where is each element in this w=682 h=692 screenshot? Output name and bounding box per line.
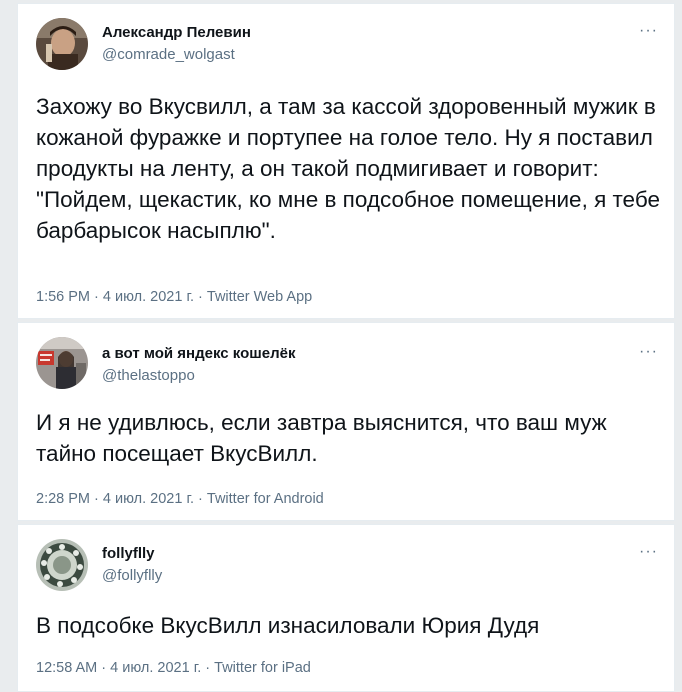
more-options-icon[interactable]: ··· (639, 543, 658, 561)
more-options-icon[interactable]: ··· (639, 22, 658, 40)
tweet-source[interactable]: Twitter for Android (207, 491, 324, 507)
tweet-date[interactable]: 4 июл. 2021 г. (110, 660, 201, 676)
author-handle[interactable]: @thelastoppo (102, 367, 195, 384)
meta-separator: · (194, 289, 207, 305)
meta-separator: · (201, 660, 215, 676)
author-name[interactable]: follyflly (102, 545, 155, 562)
tweet-card: а вот мой яндекс кошелёк @thelastoppo ··… (17, 322, 675, 521)
meta-separator: · (90, 491, 103, 507)
tweet-text: В подсобке ВкусВилл изнасиловали Юрия Ду… (36, 613, 540, 638)
author-handle[interactable]: @comrade_wolgast (102, 46, 235, 63)
tweet-meta: 1:56 PM · 4 июл. 2021 г. · Twitter Web A… (36, 289, 312, 305)
avatar[interactable] (36, 539, 88, 591)
tweet-source[interactable]: Twitter Web App (207, 289, 312, 305)
meta-separator: · (90, 289, 103, 305)
more-options-icon[interactable]: ··· (639, 343, 658, 361)
author-handle[interactable]: @follyflly (102, 567, 162, 584)
tweet-text: Захожу во Вкусвилл, а там за кассой здор… (36, 94, 660, 243)
author-name[interactable]: Александр Пелевин (102, 24, 251, 41)
tweet-time[interactable]: 2:28 PM (36, 491, 90, 507)
tweet-date[interactable]: 4 июл. 2021 г. (103, 491, 194, 507)
tweet-time[interactable]: 1:56 PM (36, 289, 90, 305)
tweet-card: Александр Пелевин @comrade_wolgast ··· З… (17, 3, 675, 319)
avatar[interactable] (36, 337, 88, 389)
author-name[interactable]: а вот мой яндекс кошелёк (102, 345, 295, 362)
tweet-card: follyflly @follyflly ··· В подсобке Вкус… (17, 524, 675, 692)
tweet-date[interactable]: 4 июл. 2021 г. (103, 289, 194, 305)
tweet-meta: 12:58 AM · 4 июл. 2021 г. · Twitter for … (36, 660, 311, 676)
tweet-source[interactable]: Twitter for iPad (214, 660, 311, 676)
tweet-meta: 2:28 PM · 4 июл. 2021 г. · Twitter for A… (36, 491, 324, 507)
tweet-time[interactable]: 12:58 AM (36, 660, 97, 676)
tweet-text: И я не удивлюсь, если завтра выяснится, … (36, 410, 607, 466)
meta-separator: · (194, 491, 207, 507)
avatar[interactable] (36, 18, 88, 70)
meta-separator: · (97, 660, 111, 676)
